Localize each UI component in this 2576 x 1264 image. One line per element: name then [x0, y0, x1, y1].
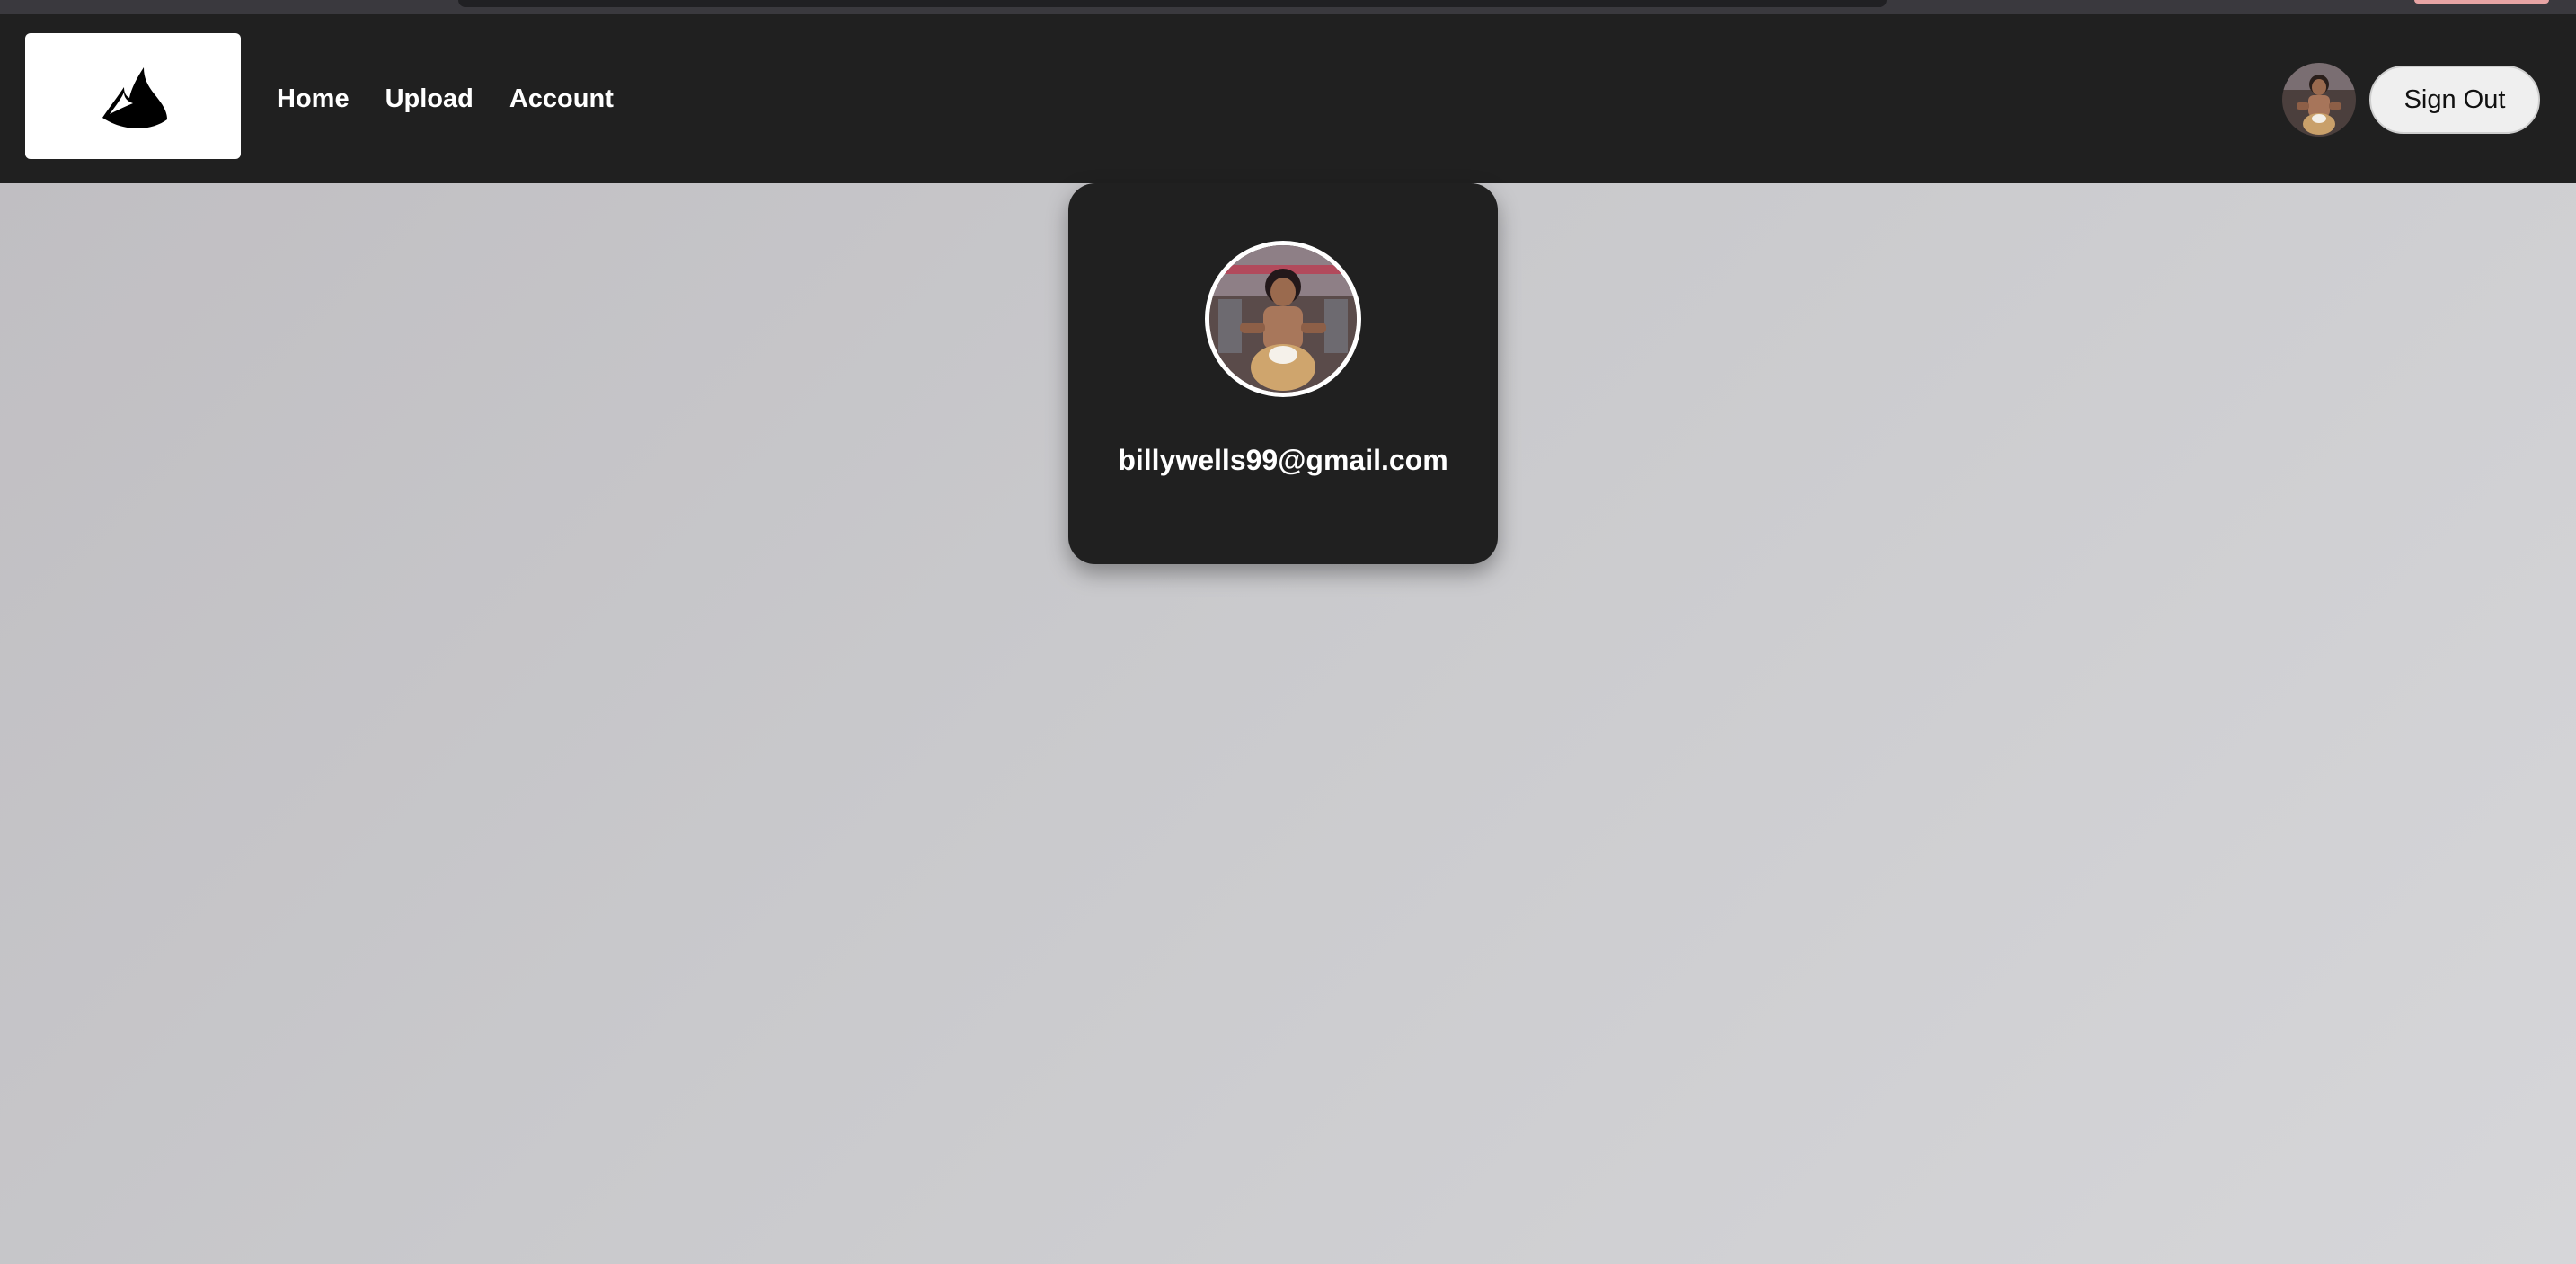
logo[interactable] [25, 33, 241, 159]
user-avatar-large-icon [1205, 241, 1361, 397]
nav-home-link[interactable]: Home [277, 84, 350, 114]
user-avatar-icon[interactable] [2282, 63, 2356, 137]
profile-photo [1209, 245, 1357, 393]
flame-mountain-logo-icon [102, 67, 167, 128]
avatar-photo [2282, 63, 2356, 137]
profile-card: billywells99@gmail.com [1068, 183, 1498, 564]
nav-upload-link[interactable]: Upload [385, 84, 474, 114]
browser-top-strip [0, 0, 2576, 14]
sign-out-button[interactable]: Sign Out [2369, 66, 2540, 134]
nav-account-link[interactable]: Account [509, 84, 614, 114]
navbar: Home Upload Account Sign Out [0, 14, 2576, 183]
profile-email: billywells99@gmail.com [1118, 444, 1448, 476]
address-bar-sliver [458, 0, 1887, 7]
browser-accent-sliver [2414, 0, 2549, 4]
main-nav: Home Upload Account [277, 14, 614, 183]
